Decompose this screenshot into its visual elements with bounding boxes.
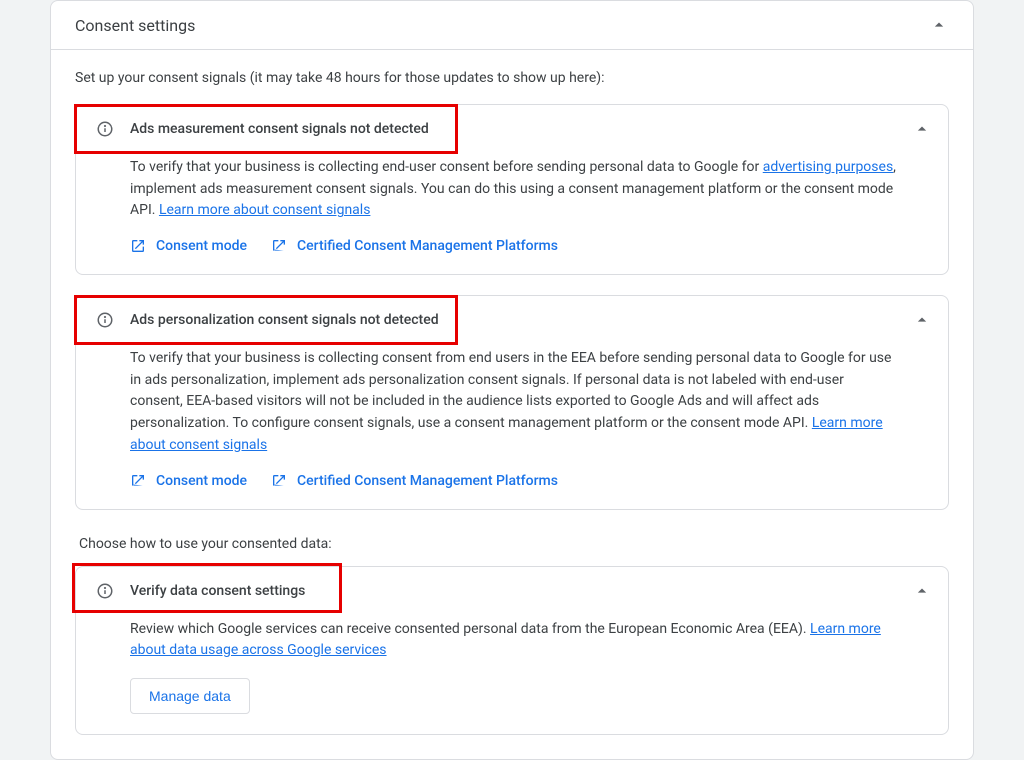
consent-mode-link[interactable]: Consent mode xyxy=(130,473,247,489)
info-icon xyxy=(96,120,114,138)
link-label: Consent mode xyxy=(156,238,247,254)
verify-data-consent-header[interactable]: Verify data consent settings xyxy=(76,567,948,615)
intro-text: Set up your consent signals (it may take… xyxy=(75,70,949,86)
ads-measurement-title: Ads measurement consent signals not dete… xyxy=(130,121,912,137)
info-icon xyxy=(96,582,114,600)
certified-cmp-link[interactable]: Certified Consent Management Platforms xyxy=(271,473,558,489)
manage-data-button[interactable]: Manage data xyxy=(130,678,250,714)
chevron-up-icon xyxy=(912,310,932,330)
card-title: Consent settings xyxy=(75,16,195,35)
verify-data-consent-card: Verify data consent settings Review whic… xyxy=(75,566,949,735)
ads-measurement-card: Ads measurement consent signals not dete… xyxy=(75,104,949,275)
link-label: Consent mode xyxy=(156,473,247,489)
text: Review which Google services can receive… xyxy=(130,621,810,637)
chevron-up-icon xyxy=(929,15,949,35)
consent-mode-link[interactable]: Consent mode xyxy=(130,238,247,254)
link-label: Certified Consent Management Platforms xyxy=(297,238,558,254)
text: To verify that your business is collecti… xyxy=(130,159,763,175)
ads-measurement-description: To verify that your business is collecti… xyxy=(130,157,898,222)
ads-personalization-title: Ads personalization consent signals not … xyxy=(130,312,912,328)
ads-personalization-description: To verify that your business is collecti… xyxy=(130,348,898,456)
open-in-new-icon xyxy=(271,473,287,489)
verify-data-consent-title: Verify data consent settings xyxy=(130,583,912,599)
certified-cmp-link[interactable]: Certified Consent Management Platforms xyxy=(271,238,558,254)
advertising-purposes-link[interactable]: advertising purposes xyxy=(763,159,893,175)
text: To verify that your business is collecti… xyxy=(130,350,891,431)
link-label: Certified Consent Management Platforms xyxy=(297,473,558,489)
info-icon xyxy=(96,311,114,329)
chevron-up-icon xyxy=(912,119,932,139)
chevron-up-icon xyxy=(912,581,932,601)
verify-data-consent-description: Review which Google services can receive… xyxy=(130,619,898,662)
card-header[interactable]: Consent settings xyxy=(51,1,973,50)
ads-measurement-header[interactable]: Ads measurement consent signals not dete… xyxy=(76,105,948,153)
ads-personalization-header[interactable]: Ads personalization consent signals not … xyxy=(76,296,948,344)
learn-more-consent-signals-link[interactable]: Learn more about consent signals xyxy=(159,202,370,218)
open-in-new-icon xyxy=(130,473,146,489)
ads-personalization-card: Ads personalization consent signals not … xyxy=(75,295,949,509)
open-in-new-icon xyxy=(130,238,146,254)
choose-consented-data-label: Choose how to use your consented data: xyxy=(75,530,949,566)
open-in-new-icon xyxy=(271,238,287,254)
consent-settings-card: Consent settings Set up your consent sig… xyxy=(50,0,974,760)
